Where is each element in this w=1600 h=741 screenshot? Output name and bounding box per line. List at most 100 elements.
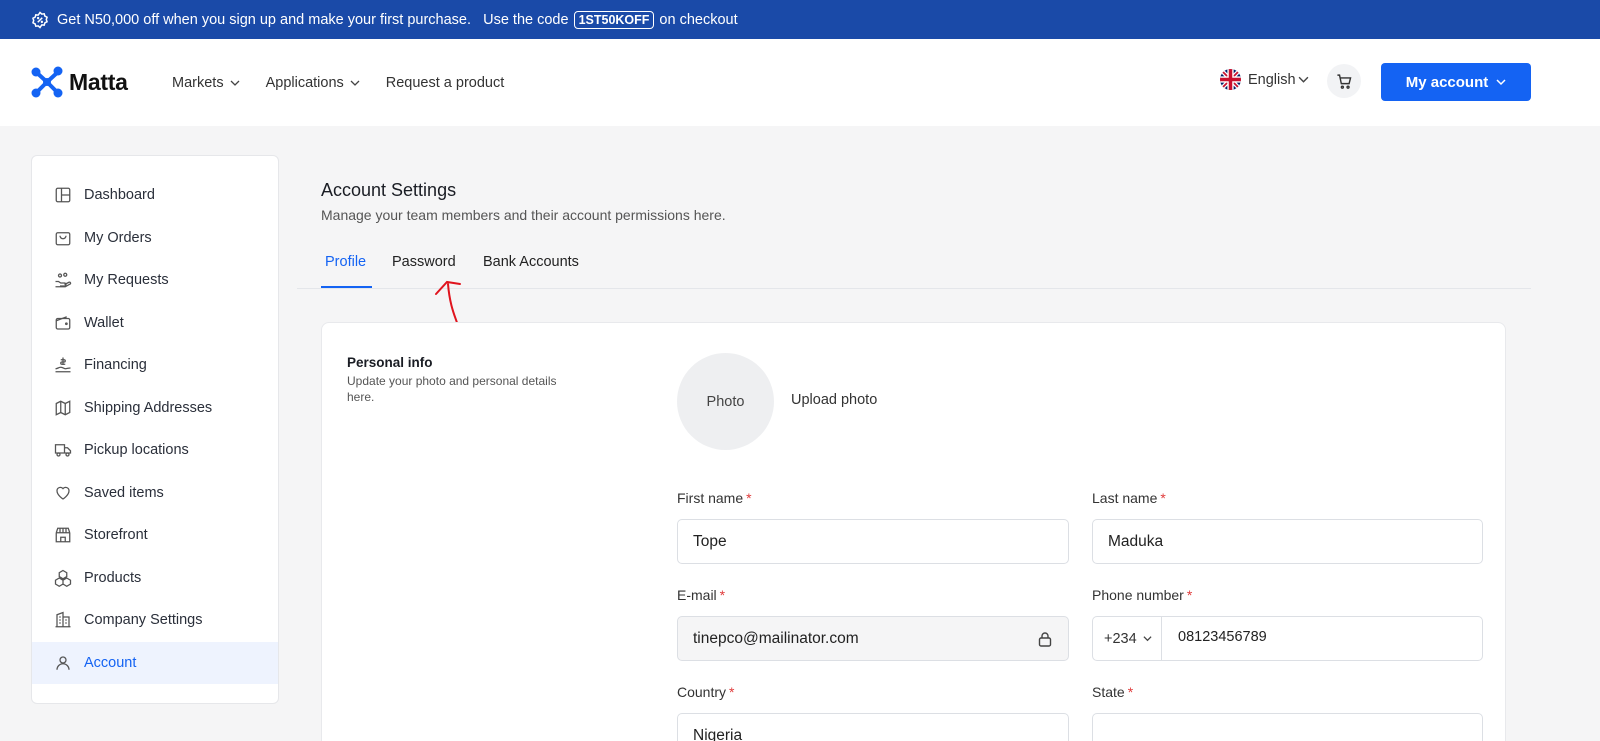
country-label: Country * [677,684,734,700]
tab-password[interactable]: Password [392,254,456,270]
storefront-icon [54,526,72,544]
financing-icon [54,356,72,374]
promo-text: Get N50,000 off when you sign up and mak… [57,11,569,28]
required-marker: * [1127,684,1134,700]
sidebar-item-dashboard[interactable]: Dashboard [32,174,278,217]
promo-code: 1ST50KOFF [573,10,655,29]
sidebar-item-label: Company Settings [84,612,203,629]
page-subtitle: Manage your team members and their accou… [321,207,726,223]
sidebar-item-pickup-locations[interactable]: Pickup locations [32,429,278,472]
country-field[interactable]: Nigeria [677,713,1069,741]
user-icon [54,654,72,672]
phone-label-text: Phone number [1092,587,1184,603]
discount-badge-icon [31,10,49,29]
avatar[interactable]: Photo [677,353,774,450]
sidebar-item-shipping-addresses[interactable]: Shipping Addresses [32,387,278,430]
personal-info-title: Personal info [347,355,433,370]
country-value: Nigeria [693,727,743,741]
first-name-field[interactable]: Tope [677,519,1069,564]
email-label-text: E-mail [677,587,717,603]
nav-request-product-label: Request a product [385,74,505,91]
sidebar-item-financing[interactable]: Financing [32,344,278,387]
main-nav: Markets Applications Request a product [172,39,530,126]
lock-icon [1038,632,1052,647]
sidebar-item-label: My Orders [84,229,152,246]
last-name-field[interactable]: Maduka [1092,519,1483,564]
state-field[interactable] [1092,713,1483,741]
sidebar-item-label: Account [84,654,137,671]
chevron-down-icon [1143,636,1152,642]
sidebar-item-wallet[interactable]: Wallet [32,302,278,345]
cart-button[interactable] [1327,64,1361,98]
language-label: English [1248,71,1296,88]
state-label-text: State [1092,684,1125,700]
nav-request-product[interactable]: Request a product [386,75,505,91]
sidebar-item-company-settings[interactable]: Company Settings [32,599,278,642]
country-code-value: +234 [1104,630,1137,647]
last-name-label: Last name * [1092,490,1166,506]
uk-flag-icon [1220,69,1241,90]
shopping-bag-icon [54,229,72,247]
sidebar-item-label: Financing [84,357,147,374]
sidebar-item-label: Storefront [84,527,148,544]
required-marker: * [729,684,735,700]
sidebar-item-storefront[interactable]: Storefront [32,514,278,557]
chevron-down-icon [230,80,240,86]
required-marker: * [719,587,726,603]
email-label: E-mail * [677,587,725,603]
map-icon [54,399,72,417]
photo-placeholder: Photo [706,393,745,410]
boxes-icon [54,569,72,587]
sidebar-item-my-requests[interactable]: My Requests [32,259,278,302]
required-marker: * [1160,490,1166,506]
phone-field[interactable]: +234 08123456789 [1092,616,1483,661]
sidebar-item-label: Products [84,569,142,586]
matta-logo-icon [31,66,63,98]
nav-markets[interactable]: Markets [172,75,240,91]
nav-applications[interactable]: Applications [266,75,360,91]
required-marker: * [746,490,752,506]
required-marker: * [1186,587,1193,603]
sidebar-item-label: My Requests [84,272,169,289]
sidebar-item-account[interactable]: Account [32,641,278,684]
nav-applications-label: Applications [265,74,344,91]
sidebar-item-products[interactable]: Products [32,557,278,600]
top-header: Matta Markets Applications Request a pro… [0,39,1600,126]
truck-icon [54,441,72,459]
heart-icon [54,484,72,502]
building-icon [54,611,72,629]
matta-logo[interactable]: Matta [30,66,128,98]
nav-markets-label: Markets [172,74,224,91]
phone-label: Phone number * [1092,587,1192,603]
email-field: tinepco@mailinator.com [677,616,1069,661]
country-label-text: Country [677,684,727,700]
first-name-label: First name * [677,490,752,506]
sidebar-item-label: Wallet [84,314,124,331]
tab-bank-accounts[interactable]: Bank Accounts [483,254,579,270]
sidebar-item-saved-items[interactable]: Saved items [32,472,278,515]
active-tab-indicator [321,286,372,288]
sidebar-item-label: Saved items [84,484,164,501]
first-name-value: Tope [693,532,727,550]
last-name-label-text: Last name [1092,490,1158,506]
personal-info-subtitle: Update your photo and personal details h… [347,374,557,404]
email-value: tinepco@mailinator.com [693,629,859,647]
tab-profile[interactable]: Profile [325,254,366,270]
requests-icon [54,271,72,289]
upload-photo-link[interactable]: Upload photo [791,392,877,408]
promo-banner: Get N50,000 off when you sign up and mak… [0,0,1600,39]
cart-icon [1336,73,1351,89]
first-name-label-text: First name [677,490,744,506]
page-title: Account Settings [321,180,457,200]
sidebar-item-label: Pickup locations [84,442,189,459]
phone-value: 08123456789 [1178,629,1267,645]
language-selector[interactable]: English [1220,69,1309,90]
sidebar-item-label: Shipping Addresses [84,399,213,416]
profile-card: Personal info Update your photo and pers… [321,322,1506,741]
my-account-label: My account [1405,73,1489,91]
promo-text-after: on checkout [659,11,738,28]
country-code-select[interactable]: +234 [1093,617,1162,660]
sidebar-item-my-orders[interactable]: My Orders [32,217,278,260]
my-account-button[interactable]: My account [1381,63,1531,101]
annotation-arrow-icon [435,280,461,327]
